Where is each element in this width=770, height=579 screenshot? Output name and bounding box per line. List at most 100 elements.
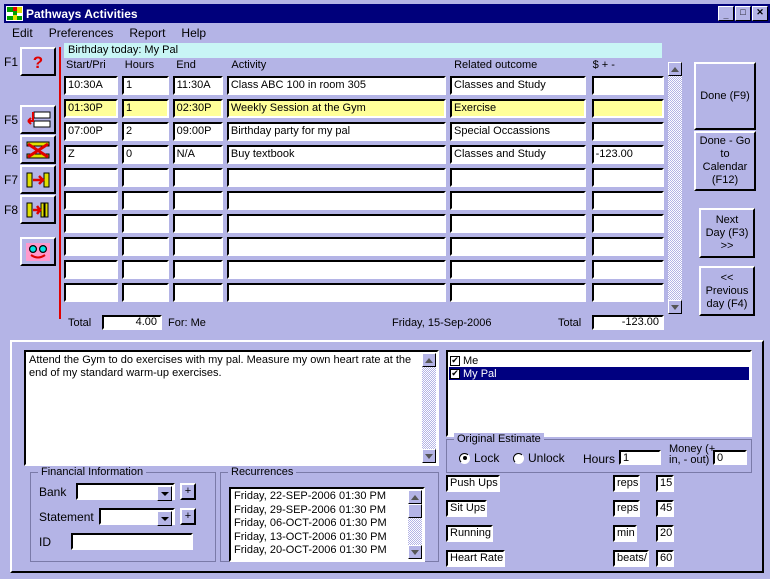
cell-amount[interactable] <box>591 168 664 187</box>
cell-start-pri[interactable]: 07:00P <box>64 122 118 141</box>
id-input[interactable] <box>71 533 193 550</box>
measure-value-input[interactable]: 60 <box>656 550 675 567</box>
cell-activity[interactable] <box>226 237 446 256</box>
smiley-face-button[interactable] <box>20 237 56 266</box>
delete-row-button[interactable] <box>20 135 56 164</box>
cell-related-outcome[interactable] <box>450 191 586 210</box>
cell-hours[interactable] <box>121 191 169 210</box>
cell-activity[interactable]: Birthday party for my pal <box>226 122 446 141</box>
cell-start-pri[interactable]: Z <box>64 145 118 164</box>
cell-start-pri[interactable] <box>64 283 118 302</box>
cell-end[interactable] <box>172 168 223 187</box>
cell-hours[interactable] <box>121 168 169 187</box>
table-row[interactable]: Z 0 N/A Buy textbook Classes and Study -123.0… <box>64 143 664 166</box>
recurrences-scrollbar[interactable] <box>408 490 422 559</box>
cell-hours[interactable] <box>121 260 169 279</box>
bank-add-button[interactable]: + <box>180 483 196 500</box>
cell-end[interactable] <box>172 260 223 279</box>
table-row[interactable] <box>64 258 664 281</box>
cell-start-pri[interactable]: 10:30A <box>64 76 118 95</box>
done-go-to-calendar-button[interactable]: Done - Go to Calendar (F12) <box>694 131 756 191</box>
notes-scroll-down-button[interactable] <box>422 449 436 463</box>
cell-related-outcome[interactable] <box>450 260 586 279</box>
list-item[interactable]: ✔ My Pal <box>449 367 749 380</box>
cell-activity[interactable]: Class ABC 100 in room 305 <box>226 76 446 95</box>
measure-value-input[interactable]: 20 <box>656 525 675 542</box>
cell-related-outcome[interactable] <box>450 168 586 187</box>
unlock-radio-option[interactable]: Unlock <box>513 451 565 465</box>
menu-item-edit[interactable]: Edit <box>4 25 41 41</box>
cell-activity[interactable] <box>226 214 446 233</box>
list-item[interactable]: Friday, 20-OCT-2006 01:30 PM <box>231 544 423 558</box>
table-row[interactable] <box>64 189 664 212</box>
cell-start-pri[interactable] <box>64 260 118 279</box>
cell-related-outcome[interactable] <box>450 214 586 233</box>
cell-start-pri[interactable]: 01:30P <box>64 99 118 118</box>
checkbox[interactable]: ✔ <box>450 368 460 379</box>
cell-activity[interactable] <box>226 283 446 302</box>
cell-end[interactable] <box>172 191 223 210</box>
move-right-button[interactable] <box>20 165 56 194</box>
minimize-button[interactable]: _ <box>718 6 734 21</box>
cell-related-outcome[interactable]: Exercise <box>450 99 586 118</box>
measure-name-input[interactable]: Push Ups <box>446 475 500 492</box>
cell-hours[interactable] <box>121 214 169 233</box>
cell-amount[interactable] <box>591 99 664 118</box>
table-row[interactable]: 07:00P 2 09:00P Birthday party for my pal Sp… <box>64 120 664 143</box>
grid-scroll-down-button[interactable] <box>668 300 682 314</box>
question-mark-button[interactable]: ? <box>20 47 56 76</box>
grid-scrollbar[interactable] <box>668 62 682 314</box>
cell-end[interactable]: N/A <box>172 145 223 164</box>
statement-dropdown-button[interactable] <box>157 511 172 526</box>
cell-activity[interactable] <box>226 260 446 279</box>
cell-activity[interactable]: Weekly Session at the Gym <box>226 99 446 118</box>
cell-start-pri[interactable] <box>64 214 118 233</box>
cell-activity[interactable] <box>226 168 446 187</box>
menu-item-report[interactable]: Report <box>121 25 173 41</box>
menu-item-preferences[interactable]: Preferences <box>41 25 122 41</box>
cell-amount[interactable] <box>591 283 664 302</box>
bank-select[interactable] <box>76 483 175 501</box>
measure-value-input[interactable]: 45 <box>656 500 675 517</box>
cell-hours[interactable] <box>121 237 169 256</box>
table-row[interactable]: 01:30P 1 02:30P Weekly Session at the Gym Ex… <box>64 97 664 120</box>
cell-hours[interactable]: 2 <box>121 122 169 141</box>
done-button[interactable]: Done (F9) <box>694 62 756 130</box>
cell-hours[interactable]: 1 <box>121 76 169 95</box>
table-row[interactable] <box>64 166 664 189</box>
statement-add-button[interactable]: + <box>180 508 196 525</box>
notes-scrollbar-track[interactable] <box>422 367 436 449</box>
unlock-radio[interactable] <box>513 452 524 464</box>
recurrences-scroll-up-button[interactable] <box>408 490 422 504</box>
measure-unit-input[interactable]: reps <box>613 475 641 492</box>
cell-related-outcome[interactable]: Special Occassions <box>450 122 586 141</box>
cell-end[interactable] <box>172 283 223 302</box>
checkbox[interactable]: ✔ <box>450 355 460 366</box>
lock-radio-option[interactable]: Lock <box>459 451 499 465</box>
estimate-hours-input[interactable]: 1 <box>619 450 661 465</box>
cell-start-pri[interactable] <box>64 168 118 187</box>
lock-radio[interactable] <box>459 452 470 464</box>
cell-end[interactable]: 02:30P <box>172 99 223 118</box>
list-item[interactable]: Friday, 06-OCT-2006 01:30 PM <box>231 517 423 531</box>
list-item[interactable]: ✔ Me <box>449 354 749 367</box>
previous-day-button[interactable]: << Previous day (F4) <box>699 266 755 316</box>
estimate-money-input[interactable]: 0 <box>713 450 747 465</box>
recurrences-list[interactable]: Friday, 22-SEP-2006 01:30 PM Friday, 29-S… <box>229 487 425 562</box>
table-row[interactable] <box>64 235 664 258</box>
notes-scroll-up-button[interactable] <box>422 353 436 367</box>
cell-amount[interactable]: -123.00 <box>591 145 664 164</box>
grid-scroll-up-button[interactable] <box>668 62 682 76</box>
cell-end[interactable] <box>172 214 223 233</box>
cell-hours[interactable]: 0 <box>121 145 169 164</box>
insert-rows-button[interactable] <box>20 105 56 134</box>
measure-name-input[interactable]: Sit Ups <box>446 500 488 517</box>
grid-scrollbar-track[interactable] <box>668 76 682 300</box>
cell-hours[interactable] <box>121 283 169 302</box>
measure-name-input[interactable]: Running <box>446 525 493 542</box>
list-item[interactable]: Friday, 22-SEP-2006 01:30 PM <box>231 490 423 504</box>
maximize-button[interactable]: □ <box>735 6 751 21</box>
cell-activity[interactable]: Buy textbook <box>226 145 446 164</box>
table-row[interactable] <box>64 212 664 235</box>
bank-dropdown-button[interactable] <box>157 486 172 501</box>
